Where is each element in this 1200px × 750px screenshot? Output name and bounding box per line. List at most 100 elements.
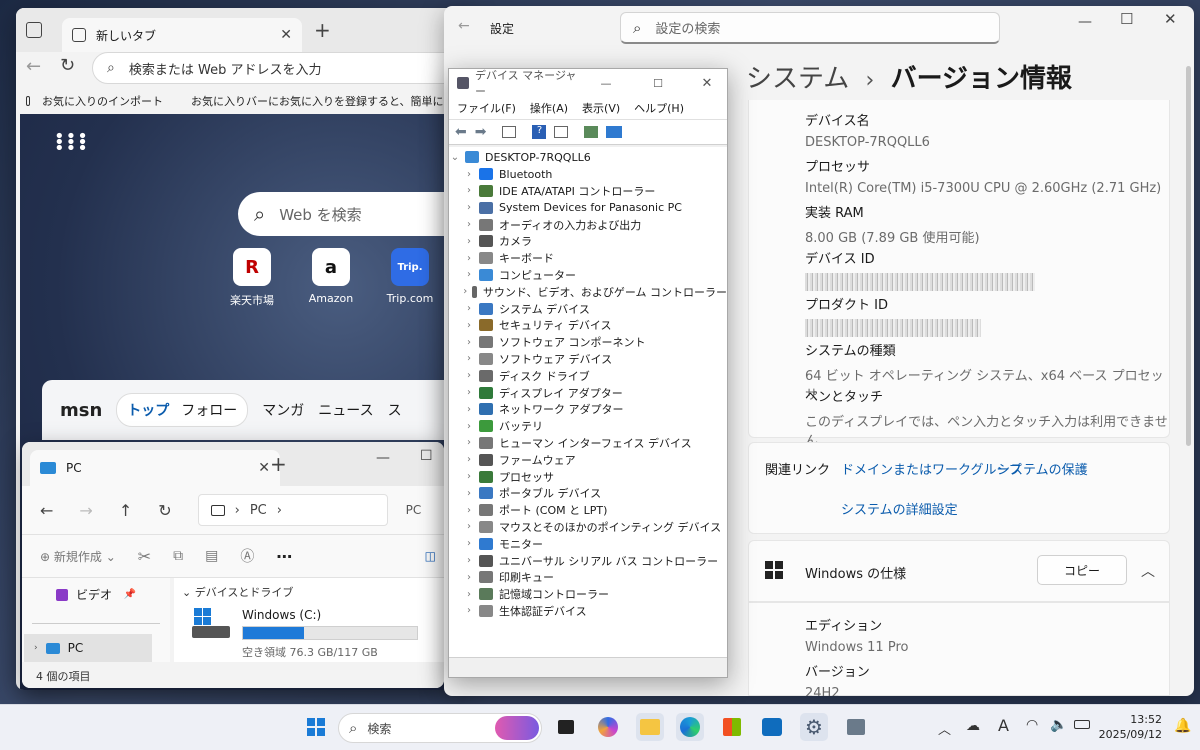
ime-indicator[interactable]: A [998,716,1009,735]
properties-icon[interactable] [502,126,517,138]
back-icon[interactable]: ⬅ [455,124,467,140]
back-icon[interactable]: ← [26,56,41,77]
tree-item[interactable]: › システム デバイス [449,300,727,317]
close-tab-icon[interactable]: ✕ [258,460,270,476]
cut-icon[interactable]: ✂ [138,547,151,566]
more-icon[interactable]: ⋯ [276,547,292,566]
close-icon[interactable]: ✕ [1164,10,1177,28]
domain-workgroup-link[interactable]: ドメインまたはワークグループ [841,459,1022,478]
system-protection-link[interactable]: システムの保護 [997,459,1088,478]
scrollbar[interactable] [1186,66,1191,446]
tree-item[interactable]: › ディスプレイ アダプター [449,384,727,401]
tree-item[interactable]: › モニター [449,535,727,552]
new-button[interactable]: ⊕ 新規作成 ⌄ [40,548,116,565]
tree-item[interactable]: › カメラ [449,233,727,250]
outlook-taskbar-button[interactable] [758,713,786,741]
update-driver-icon[interactable] [584,126,599,138]
paste-icon[interactable]: ▤ [205,548,218,564]
tree-item[interactable]: › オーディオの入力および出力 [449,216,727,233]
maximize-icon[interactable]: ☐ [420,448,433,464]
tree-item[interactable]: › ユニバーサル シリアル バス コントローラー [449,552,727,569]
new-tab-button[interactable]: + [314,18,331,42]
store-taskbar-button[interactable] [718,713,746,741]
chevron-up-icon[interactable]: ︿ [938,719,951,738]
menu-help[interactable]: ヘルプ(H) [634,100,684,116]
address-bar[interactable]: ⌕ 検索または Web アドレスを入力 [92,52,476,84]
forward-icon[interactable]: ➡ [475,124,487,140]
tree-item[interactable]: › ファームウェア [449,451,727,468]
menu-action[interactable]: 操作(A) [530,100,568,116]
tree-item[interactable]: › プロセッサ [449,468,727,485]
windows-spec-header[interactable]: Windows の仕様 コピー ︿ [748,540,1170,602]
tile-rakuten[interactable]: R 楽天市場 [222,248,282,308]
tree-item[interactable]: › IDE ATA/ATAPI コントローラー [449,183,727,200]
task-view-button[interactable] [552,713,580,741]
tree-item[interactable]: › ポータブル デバイス [449,485,727,502]
crumb-parent[interactable]: システム [746,64,849,94]
msn-tab-more[interactable]: ス [388,400,402,420]
close-tab-icon[interactable]: ✕ [280,27,292,43]
tree-item[interactable]: › 印刷キュー [449,569,727,586]
tree-item[interactable]: › サウンド、ビデオ、およびゲーム コントローラー [449,283,727,300]
msn-tab-follow[interactable]: フォロー [181,400,237,420]
edge-taskbar-button[interactable] [676,713,704,741]
menu-file[interactable]: ファイル(F) [457,100,516,116]
refresh-icon[interactable]: ↻ [60,55,75,76]
tree-item[interactable]: › ネットワーク アダプター [449,401,727,418]
tree-item[interactable]: › バッテリ [449,418,727,435]
onedrive-icon[interactable]: ☁ [966,718,980,734]
file-explorer-taskbar-button[interactable] [636,713,664,741]
up-icon[interactable]: ↑ [119,501,132,520]
tree-item[interactable]: › ヒューマン インターフェイス デバイス [449,435,727,452]
forward-icon[interactable]: → [79,501,92,520]
settings-taskbar-button[interactable]: ⚙ [800,713,828,741]
tile-trip[interactable]: Trip. Trip.com [380,248,440,305]
minimize-icon[interactable]: — [1078,14,1092,30]
rename-icon[interactable]: Ⓐ [240,546,254,566]
tree-item[interactable]: › ソフトウェア コンポーネント [449,334,727,351]
scan-hardware-icon[interactable] [606,126,623,138]
msn-tab-top[interactable]: トップ [127,400,169,420]
tree-item[interactable]: › ソフトウェア デバイス [449,351,727,368]
import-favorites-link[interactable]: お気に入りのインポート [42,93,163,109]
maximize-icon[interactable]: ☐ [635,77,681,90]
app-launcher-icon[interactable]: ••• ••• ••• [54,128,89,158]
tree-item[interactable]: › Bluetooth [449,166,727,183]
copilot-button[interactable] [594,713,622,741]
tree-item[interactable]: › ディスク ドライブ [449,367,727,384]
sidebar-item-pc[interactable]: › PC [24,634,152,662]
close-icon[interactable]: ✕ [687,76,727,91]
tree-root[interactable]: ⌄ DESKTOP-7RQQLL6 [449,149,727,166]
details-pane-icon[interactable]: ◫ [425,549,436,563]
explorer-tab[interactable]: PC ✕ [30,450,280,486]
start-button[interactable] [302,713,330,741]
web-search-box[interactable]: ⌕ Web を検索 [238,192,476,236]
tab-actions-icon[interactable] [26,22,42,38]
breadcrumb[interactable]: › PC › [197,494,388,526]
msn-tab-news[interactable]: ニュース [318,400,373,420]
copy-button[interactable]: コピー [1037,555,1127,585]
msn-tab-manga[interactable]: マンガ [262,400,304,420]
clock[interactable]: 13:52 2025/09/12 [1098,712,1162,742]
back-icon[interactable]: ← [40,501,53,520]
settings-search-box[interactable]: ⌕ 設定の検索 [620,12,1000,44]
notification-bell-icon[interactable]: 🔔 [1174,718,1191,734]
tree-item[interactable]: › ポート (COM と LPT) [449,502,727,519]
new-tab-button[interactable]: + [270,452,287,476]
copy-icon[interactable]: ⧉ [173,548,183,564]
view-icon[interactable] [554,126,569,138]
edge-tab[interactable]: 新しいタブ ✕ [62,18,302,52]
drive-item[interactable]: Windows (C:) 空き領域 76.3 GB/117 GB [174,606,444,662]
tree-item[interactable]: › コンピューター [449,267,727,284]
wifi-icon[interactable]: ◠ [1026,717,1038,733]
taskbar-search[interactable]: ⌕ 検索 [338,713,542,743]
battery-icon[interactable] [1074,720,1090,729]
refresh-icon[interactable]: ↻ [158,501,171,520]
minimize-icon[interactable]: — [376,450,390,466]
back-icon[interactable]: ← [458,18,470,34]
menu-view[interactable]: 表示(V) [582,100,620,116]
tree-item[interactable]: › キーボード [449,250,727,267]
minimize-icon[interactable]: — [583,77,629,90]
tree-item[interactable]: › セキュリティ デバイス [449,317,727,334]
advanced-system-settings-link[interactable]: システムの詳細設定 [841,499,958,518]
